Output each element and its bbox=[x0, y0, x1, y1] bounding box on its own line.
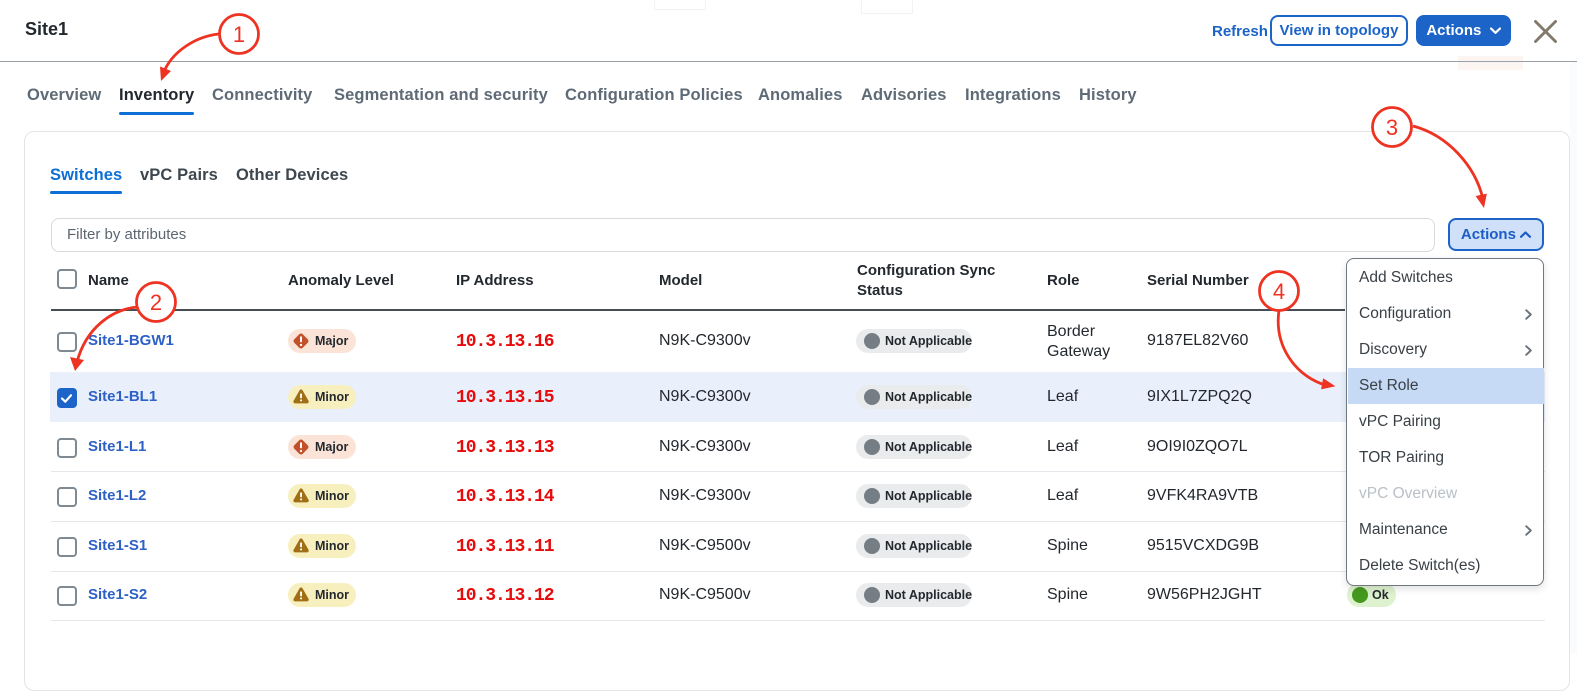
svg-text:1: 1 bbox=[233, 22, 245, 47]
